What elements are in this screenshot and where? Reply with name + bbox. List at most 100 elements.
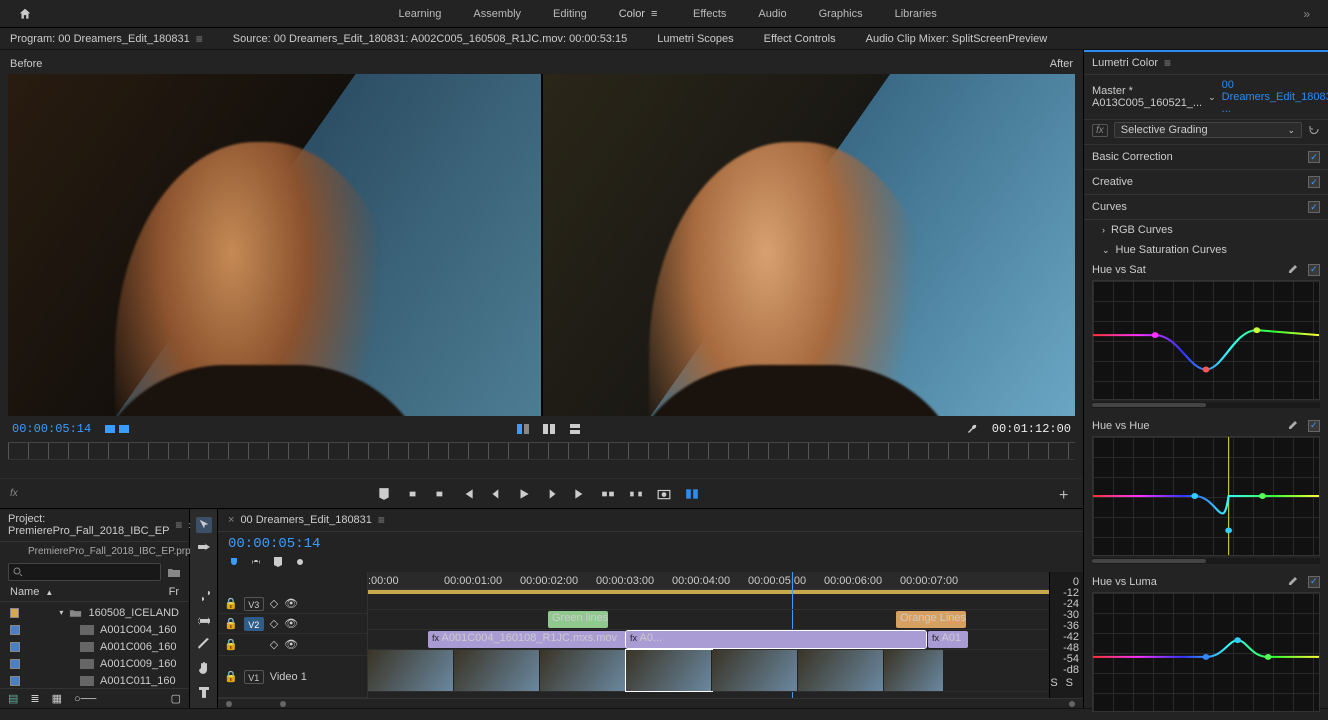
sort-asc-icon[interactable]: ▲: [45, 588, 53, 597]
fx-badge-icon[interactable]: fx: [1092, 124, 1108, 137]
checkbox-icon[interactable]: [1308, 420, 1320, 432]
checkbox-icon[interactable]: [1308, 576, 1320, 588]
home-icon[interactable]: [18, 7, 32, 21]
track-v1[interactable]: Cross Dissolve: [368, 650, 1049, 692]
panel-menu-icon[interactable]: ≡: [196, 32, 203, 46]
out-icon[interactable]: [433, 487, 447, 501]
snap-icon[interactable]: [228, 556, 240, 568]
lift-icon[interactable]: [601, 487, 615, 501]
track-header-v2[interactable]: 🔒V2◇👁: [218, 614, 367, 634]
extract-icon[interactable]: [629, 487, 643, 501]
in-out-markers-icon[interactable]: [105, 423, 131, 435]
compare-hsplit-icon[interactable]: [569, 423, 581, 435]
basic-correction-section[interactable]: Basic Correction: [1084, 145, 1328, 170]
rgb-curves-row[interactable]: ›RGB Curves: [1084, 220, 1328, 240]
ws-editing[interactable]: Editing: [553, 8, 587, 20]
go-in-icon[interactable]: [461, 487, 475, 501]
clip-item[interactable]: A001C006_160: [100, 641, 176, 653]
workspace-menu-icon[interactable]: ≡: [651, 8, 661, 18]
clip-orange[interactable]: Orange Lines.mo: [896, 611, 966, 628]
source-panel-tab[interactable]: Source: 00 Dreamers_Edit_180831: A002C00…: [233, 33, 627, 45]
checkbox-icon[interactable]: [1308, 264, 1320, 276]
go-out-icon[interactable]: [573, 487, 587, 501]
program-duration[interactable]: 00:01:12:00: [992, 422, 1071, 436]
ws-graphics[interactable]: Graphics: [819, 8, 863, 20]
hand-tool-icon[interactable]: [196, 660, 212, 676]
icon-view-icon[interactable]: ≣: [30, 692, 39, 705]
clip-a01[interactable]: fx A01: [928, 631, 968, 648]
track-header-v1spacer[interactable]: 🔒V◇👁: [218, 634, 367, 656]
ws-libraries[interactable]: Libraries: [895, 8, 937, 20]
new-item-icon[interactable]: ▢: [171, 692, 181, 705]
ripple-tool-icon[interactable]: [196, 565, 212, 581]
master-clip-name[interactable]: Master * A013C005_160521_...: [1092, 85, 1202, 109]
checkbox-icon[interactable]: [1308, 201, 1320, 213]
track-select-tool-icon[interactable]: [196, 541, 212, 557]
curves-section[interactable]: Curves: [1084, 195, 1328, 220]
audio-mixer-tab[interactable]: Audio Clip Mixer: SplitScreenPreview: [866, 33, 1048, 45]
eyedropper-icon[interactable]: [1286, 420, 1298, 432]
program-ruler[interactable]: [8, 442, 1075, 460]
project-tree[interactable]: ▾160508_ICELAND A001C004_160 A001C006_16…: [0, 602, 189, 688]
clip-green[interactable]: Green lines.mo: [548, 611, 608, 628]
sequence-tab[interactable]: 00 Dreamers_Edit_180831: [240, 514, 371, 526]
compare-view[interactable]: [8, 74, 1075, 416]
creative-section[interactable]: Creative: [1084, 170, 1328, 195]
hue-vs-hue-curve[interactable]: [1092, 436, 1320, 556]
export-frame-icon[interactable]: [657, 487, 671, 501]
overflow-icon[interactable]: »: [1303, 7, 1310, 21]
preset-dropdown[interactable]: Selective Grading⌄: [1114, 122, 1302, 138]
effect-controls-tab[interactable]: Effect Controls: [764, 33, 836, 45]
eyedropper-icon[interactable]: [1286, 576, 1298, 588]
time-ruler[interactable]: :00:00 00:00:01:00 00:00:02:00 00:00:03:…: [368, 572, 1049, 590]
program-panel-tab[interactable]: Program: 00 Dreamers_Edit_180831≡: [10, 32, 203, 46]
step-fwd-icon[interactable]: [545, 487, 559, 501]
track-header-v1[interactable]: 🔒V1Video 1: [218, 656, 367, 698]
settings-icon[interactable]: [294, 556, 306, 568]
lumetri-scopes-tab[interactable]: Lumetri Scopes: [657, 33, 733, 45]
slip-tool-icon[interactable]: [196, 613, 212, 629]
add-button-icon[interactable]: +: [1059, 487, 1073, 501]
sequence-link[interactable]: 00 Dreamers_Edit_180831 ...: [1222, 79, 1328, 115]
framerate-column[interactable]: Fr: [169, 586, 179, 598]
compare-side-icon[interactable]: [517, 423, 529, 435]
clip-v1b[interactable]: fx A0...: [626, 631, 926, 648]
checkbox-icon[interactable]: [1308, 151, 1320, 163]
wrench-icon[interactable]: [966, 423, 978, 435]
clip-item[interactable]: A001C004_160: [100, 624, 176, 636]
list-view-icon[interactable]: ▤: [8, 692, 18, 705]
hue-sat-curves-row[interactable]: ⌄Hue Saturation Curves: [1084, 240, 1328, 260]
timeline-footer[interactable]: [218, 698, 1083, 708]
marker-tool-icon[interactable]: [272, 556, 284, 568]
type-tool-icon[interactable]: [196, 684, 212, 700]
clip-item[interactable]: A001C011_160: [100, 675, 176, 687]
timeline-tracks[interactable]: :00:00 00:00:01:00 00:00:02:00 00:00:03:…: [368, 572, 1049, 698]
ws-effects[interactable]: Effects: [693, 8, 726, 20]
ws-learning[interactable]: Learning: [399, 8, 442, 20]
hue-vs-sat-curve[interactable]: [1092, 280, 1320, 400]
ws-assembly[interactable]: Assembly: [473, 8, 521, 20]
compare-toggle-icon[interactable]: [685, 487, 699, 501]
in-icon[interactable]: [405, 487, 419, 501]
track-header-v3[interactable]: 🔒V3◇👁: [218, 594, 367, 614]
curve-scrollbar[interactable]: [1092, 558, 1320, 564]
curve-scrollbar[interactable]: [1092, 402, 1320, 408]
link-icon[interactable]: [250, 556, 262, 568]
lumetri-tab[interactable]: Lumetri Color: [1092, 57, 1158, 69]
project-tab[interactable]: Project: PremierePro_Fall_2018_IBC_EP: [8, 513, 169, 537]
reset-icon[interactable]: [1308, 124, 1320, 136]
play-icon[interactable]: [517, 487, 531, 501]
step-back-icon[interactable]: [489, 487, 503, 501]
ws-color[interactable]: Color≡: [619, 8, 661, 20]
checkbox-icon[interactable]: [1308, 176, 1320, 188]
marker-icon[interactable]: [377, 487, 391, 501]
track-v1a[interactable]: fx A001C004_160108_R1JC.mxs.mov fx A0...…: [368, 630, 1049, 650]
hue-vs-luma-curve[interactable]: [1092, 592, 1320, 712]
track-v3[interactable]: [368, 590, 1049, 610]
ws-audio[interactable]: Audio: [758, 8, 786, 20]
project-search-input[interactable]: [8, 563, 161, 581]
razor-tool-icon[interactable]: [196, 589, 212, 605]
eyedropper-icon[interactable]: [1286, 264, 1298, 276]
program-timecode[interactable]: 00:00:05:14: [12, 422, 91, 436]
clip-item[interactable]: A001C009_160: [100, 658, 176, 670]
